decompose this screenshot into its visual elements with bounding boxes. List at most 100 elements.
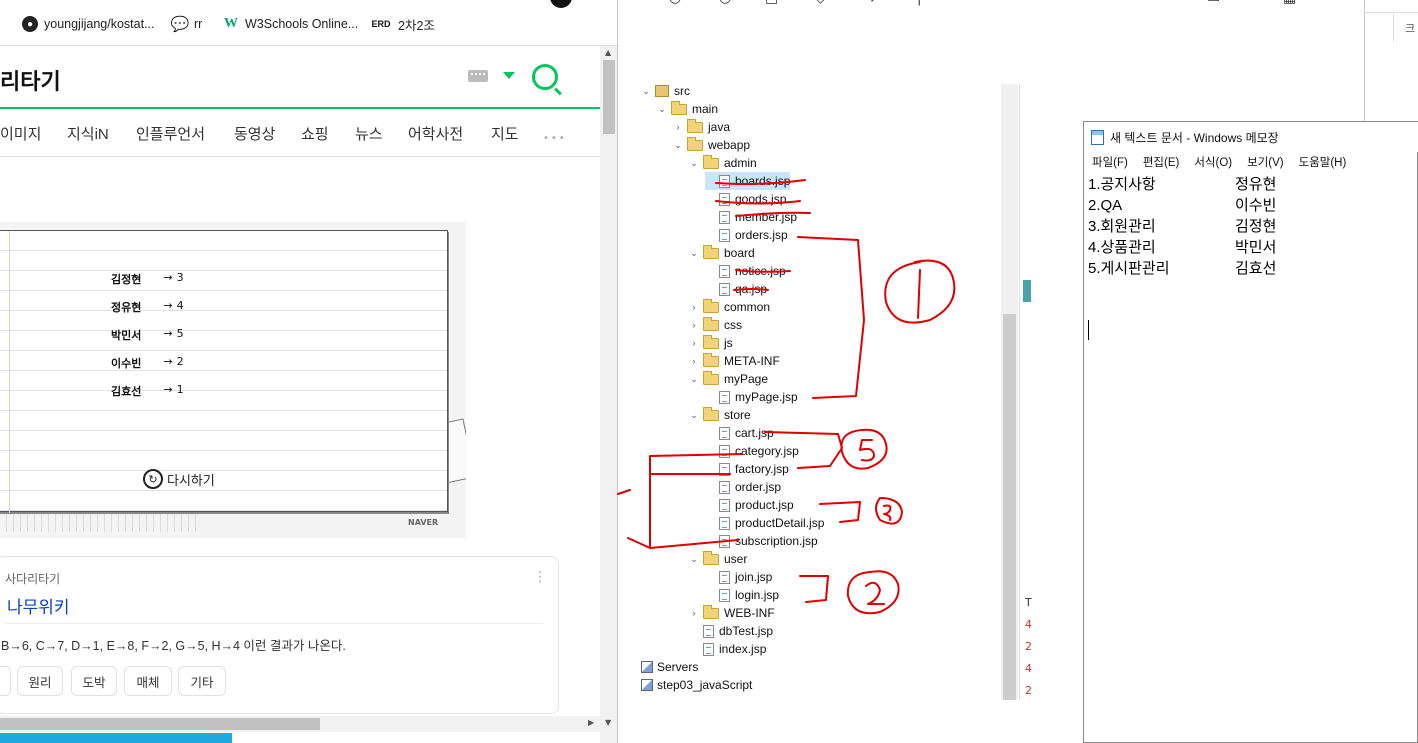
bookmark-rr[interactable]: 💬 rr (171, 14, 203, 34)
tree-node[interactable]: › WEB-INF (689, 604, 775, 622)
toolbar-icon[interactable]: ✂ (1063, 0, 1075, 6)
tree-node[interactable]: ⌄ webapp (673, 136, 750, 154)
tree-node[interactable]: qa.jsp (705, 280, 767, 298)
tree-node[interactable]: › common (689, 298, 770, 316)
chevron-down-icon[interactable]: ⌄ (689, 374, 699, 385)
menu-edit[interactable]: 편집(E) (1143, 154, 1180, 170)
tab-video[interactable]: 동영상 (234, 123, 275, 144)
tree-node[interactable]: subscription.jsp (705, 532, 818, 550)
tree-node[interactable]: ⌄ src (641, 82, 690, 100)
scroll-thumb[interactable] (1003, 314, 1016, 700)
tree-node[interactable]: order.jsp (705, 478, 781, 496)
tree-node[interactable]: › js (689, 334, 733, 352)
result-source[interactable]: 사다리타기 (5, 570, 60, 587)
chevron-down-icon[interactable]: ⌄ (689, 248, 699, 259)
horizontal-scrollbar[interactable]: ▶ (0, 716, 600, 732)
search-query[interactable]: 리타기 (0, 64, 61, 96)
more-icon[interactable]: ••• (543, 133, 567, 144)
toolbar-icon[interactable]: ◇ (815, 0, 826, 6)
chip[interactable]: 매체 (124, 666, 172, 696)
retry-button[interactable]: ↻ 다시하기 (143, 469, 215, 489)
tab-map[interactable]: 지도 (491, 123, 519, 144)
chevron-right-icon[interactable]: › (689, 302, 699, 312)
more-vertical-icon[interactable]: ⋮ (533, 569, 547, 585)
chevron-right-icon[interactable]: › (689, 356, 699, 366)
menu-format[interactable]: 서식(O) (1194, 154, 1232, 170)
tree-node[interactable]: join.jsp (705, 568, 772, 586)
tab-dictionary[interactable]: 어학사전 (408, 123, 463, 144)
tree-node[interactable]: boards.jsp (705, 172, 791, 190)
tab-shopping[interactable]: 쇼핑 (301, 123, 329, 144)
tree-node[interactable]: cart.jsp (705, 424, 774, 442)
chevron-right-icon[interactable]: › (689, 608, 699, 618)
bookmark-erd[interactable]: ERD 2차2조 (370, 14, 434, 34)
tree-node[interactable]: myPage.jsp (705, 388, 798, 406)
toolbar-icon[interactable]: □ (765, 0, 778, 6)
search-icon[interactable] (532, 64, 558, 90)
chevron-down-icon[interactable]: ⌄ (641, 86, 651, 97)
tree-node[interactable]: login.jsp (705, 586, 779, 604)
tree-node[interactable]: › java (673, 118, 730, 136)
scroll-thumb[interactable] (603, 60, 615, 134)
chevron-down-icon[interactable]: ⌄ (689, 410, 699, 421)
scroll-down-icon[interactable]: ▼ (605, 718, 611, 727)
vertical-scrollbar[interactable]: ▲ ▼ (600, 46, 617, 743)
toolbar-icon[interactable]: ┼ (915, 0, 923, 6)
chevron-down-icon[interactable]: ⌄ (689, 158, 699, 169)
tree-node[interactable]: › META-INF (689, 352, 780, 370)
tree-node[interactable]: step03_javaScript (641, 676, 752, 694)
tree-node[interactable]: factory.jsp (705, 460, 789, 478)
tree-node[interactable]: member.jsp (705, 208, 797, 226)
tree-node[interactable]: ⌄ board (689, 244, 755, 262)
notepad-text-area[interactable]: 1.공지사항 정유현 2.QA 이수빈 3.회원관리 김정현 4.상품관리 박민서 5.… (1088, 174, 1413, 279)
scroll-thumb[interactable] (0, 718, 320, 730)
tab-images[interactable]: 이미지 (0, 123, 41, 144)
menu-help[interactable]: 도움말(H) (1299, 154, 1347, 170)
tree-node[interactable]: category.jsp (705, 442, 799, 460)
chip[interactable]: 도박 (71, 666, 117, 696)
tree-node[interactable]: product.jsp (705, 496, 794, 514)
profile-avatar[interactable] (550, 0, 572, 8)
tree-node[interactable]: ⌄ user (689, 550, 747, 568)
tree-node[interactable]: productDetail.jsp (705, 514, 824, 532)
chevron-right-icon[interactable]: › (689, 320, 699, 330)
tree-node[interactable]: Servers (641, 658, 698, 676)
tree-node[interactable]: ⌄ store (689, 406, 751, 424)
tree-node[interactable]: goods.jsp (705, 190, 786, 208)
menu-view[interactable]: 보기(V) (1247, 154, 1284, 170)
tree-node[interactable]: dbTest.jsp (689, 622, 773, 640)
chip[interactable] (0, 666, 11, 696)
keyboard-icon[interactable] (468, 70, 488, 82)
tree-node[interactable]: notice.jsp (705, 262, 786, 280)
tree-node[interactable]: ⌄ myPage (689, 370, 768, 388)
tree-scrollbar[interactable] (1001, 84, 1018, 700)
chip[interactable]: 기타 (178, 666, 226, 696)
chevron-down-icon[interactable]: ⌄ (673, 140, 683, 151)
tree-node[interactable]: orders.jsp (705, 226, 788, 244)
chevron-down-icon[interactable]: ⌄ (657, 104, 667, 115)
scroll-right-icon[interactable]: ▶ (588, 718, 594, 727)
tab-influencer[interactable]: 인플루언서 (136, 123, 205, 144)
toolbar-icon[interactable]: ▦ (1283, 0, 1296, 6)
toolbar-icon[interactable]: ↗ (869, 0, 881, 6)
menu-file[interactable]: 파일(F) (1092, 154, 1128, 170)
tree-node[interactable]: index.jsp (689, 640, 766, 658)
tree-node[interactable]: ⌄ admin (689, 154, 757, 172)
result-title[interactable]: 나무위키 (7, 593, 70, 618)
scroll-up-icon[interactable]: ▲ (605, 48, 611, 57)
tree-node[interactable]: › css (689, 316, 742, 334)
bookmark-w3schools[interactable]: W W3Schools Online... (223, 14, 358, 34)
notepad-titlebar[interactable]: 새 텍스트 문서 - Windows 메모장 (1084, 122, 1418, 152)
toolbar-icon[interactable]: ○ (719, 0, 731, 6)
tab-kin[interactable]: 지식iN (67, 123, 109, 144)
chevron-right-icon[interactable]: › (689, 338, 699, 348)
toolbar-icon[interactable]: ○ (669, 0, 681, 6)
chevron-down-icon[interactable]: ⌄ (689, 554, 699, 565)
bookmark-github[interactable]: ● youngjijang/kostat... (22, 14, 155, 34)
toolbar-icon[interactable]: ▭ (1207, 0, 1220, 6)
chip[interactable]: 원리 (17, 666, 63, 696)
chevron-right-icon[interactable]: › (673, 122, 683, 132)
chevron-down-icon[interactable] (503, 72, 515, 79)
tab-news[interactable]: 뉴스 (355, 123, 383, 144)
tree-node[interactable]: ⌄ main (657, 100, 718, 118)
